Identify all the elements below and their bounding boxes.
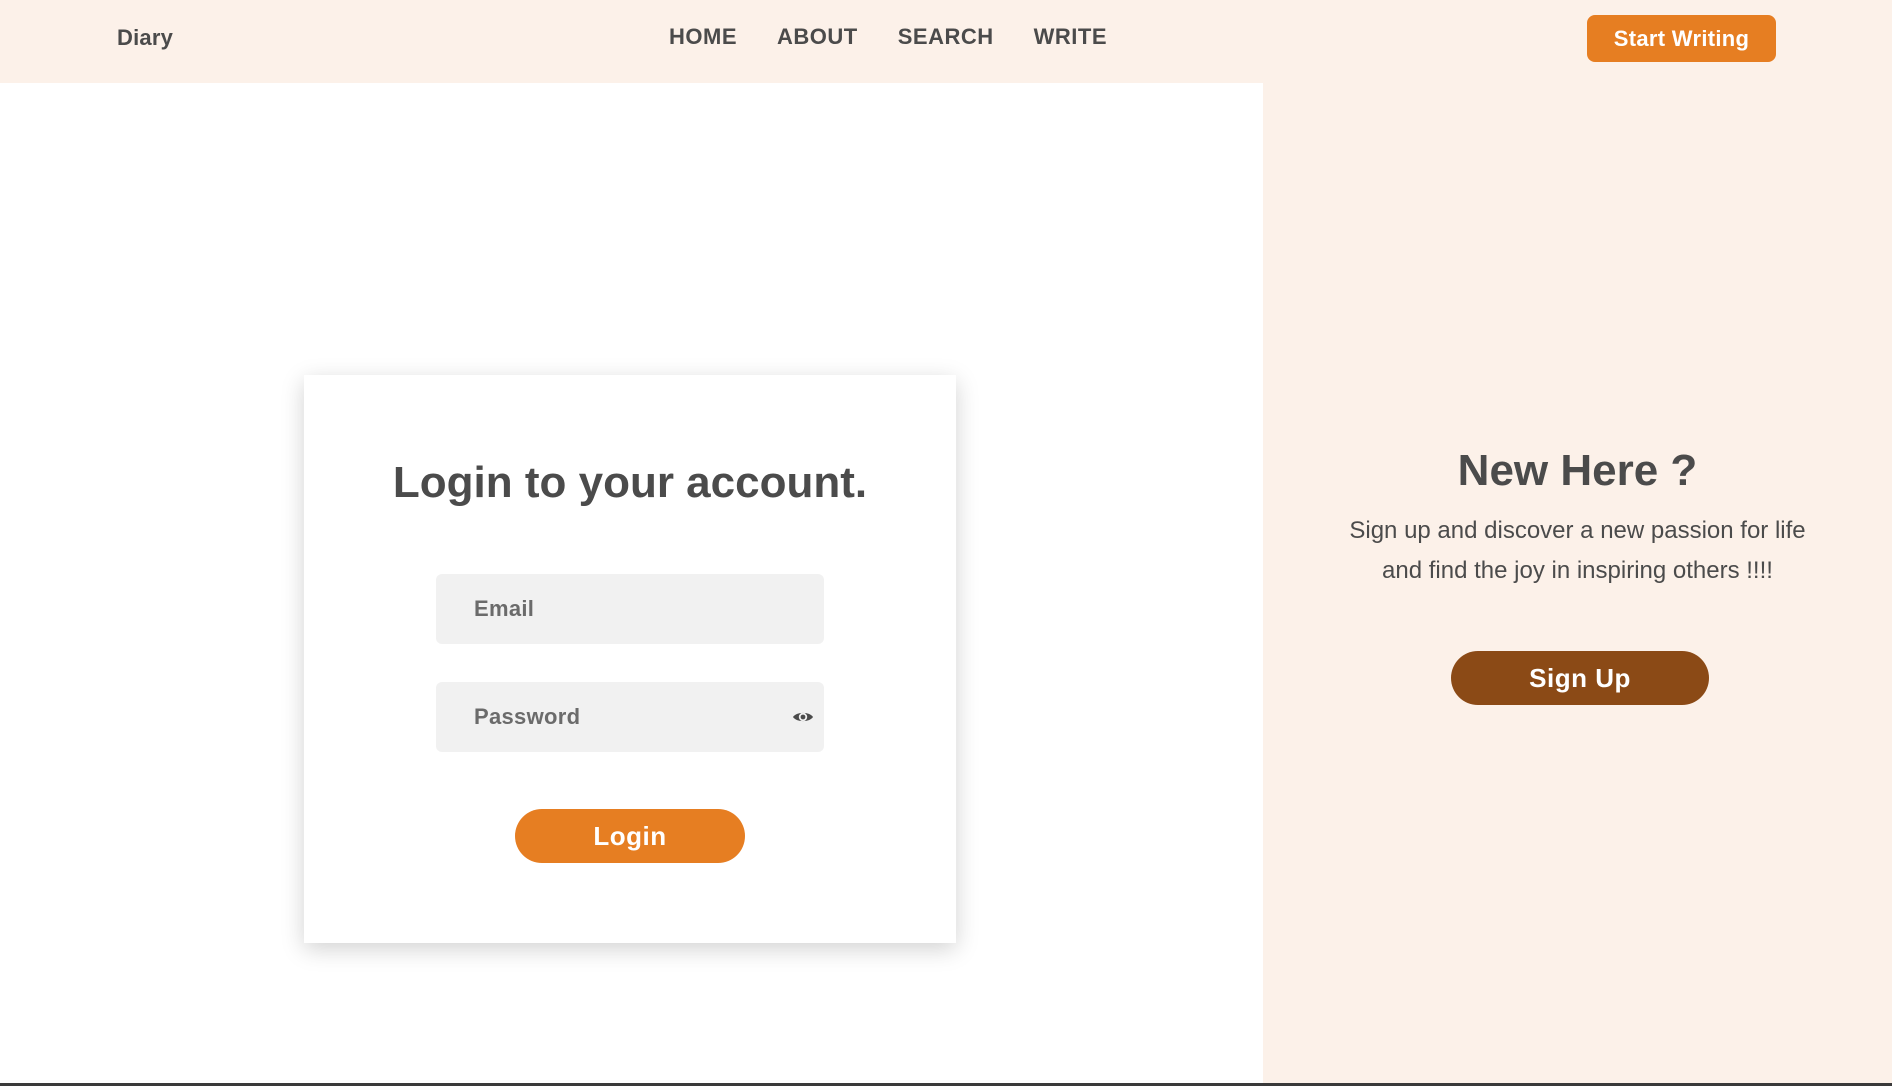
promo-description: Sign up and discover a new passion for l… [1349,517,1806,584]
nav-about-link[interactable]: ABOUT [777,24,858,50]
promo-title: New Here ? [1457,446,1698,495]
nav-home-link[interactable]: HOME [669,24,737,50]
login-title: Login to your account. [392,458,868,507]
login-section: Login to your account. Login [0,83,1263,1083]
brand-logo[interactable]: Diary [117,25,173,51]
eye-icon[interactable] [790,704,816,730]
sign-up-button[interactable]: Sign Up [1451,651,1709,705]
password-field-wrapper [436,682,824,752]
nav-search-link[interactable]: SEARCH [898,24,994,50]
nav-write-link[interactable]: WRITE [1034,24,1107,50]
start-writing-button[interactable]: Start Writing [1587,15,1776,62]
email-field-wrapper [436,574,824,644]
main-nav: HOME ABOUT SEARCH WRITE [669,24,1107,50]
signup-promo-panel: New Here ? Sign up and discover a new pa… [1263,83,1892,1083]
login-button[interactable]: Login [515,809,745,863]
email-input[interactable] [436,574,824,644]
login-card: Login to your account. Login [304,375,956,943]
top-navbar: Diary HOME ABOUT SEARCH WRITE Start Writ… [0,0,1892,83]
password-input[interactable] [436,682,824,752]
